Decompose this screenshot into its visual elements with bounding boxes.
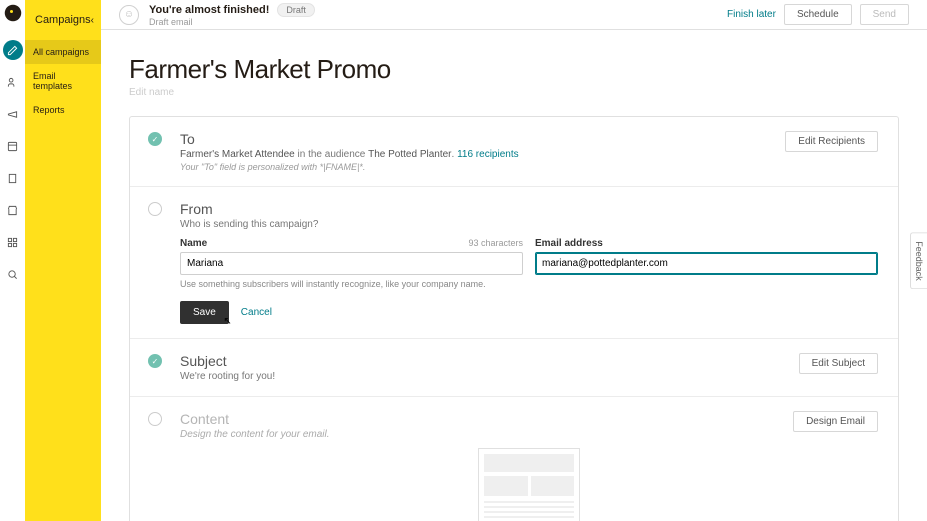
side-panel: Campaigns ‹ All campaigns Email template… bbox=[25, 0, 101, 521]
finish-later-link[interactable]: Finish later bbox=[727, 9, 776, 20]
check-icon bbox=[148, 354, 162, 368]
main-area: ☺ You're almost finished! Draft Draft em… bbox=[101, 0, 927, 521]
builder-card: To Farmer's Market Attendee in the audie… bbox=[129, 116, 899, 521]
topbar-subtitle: Draft email bbox=[149, 17, 315, 27]
sidebar-item-all-campaigns[interactable]: All campaigns bbox=[25, 40, 101, 64]
pencil-icon[interactable] bbox=[3, 40, 23, 60]
recipients-link[interactable]: 116 recipients bbox=[457, 149, 519, 160]
design-email-button[interactable]: Design Email bbox=[793, 411, 878, 432]
edit-recipients-button[interactable]: Edit Recipients bbox=[785, 131, 878, 152]
subject-row: Subject We're rooting for you! Edit Subj… bbox=[130, 339, 898, 397]
from-row: From Who is sending this campaign? Name … bbox=[130, 187, 898, 339]
name-label: Name bbox=[180, 238, 207, 249]
circle-icon bbox=[148, 202, 162, 216]
schedule-button[interactable]: Schedule bbox=[784, 4, 852, 25]
topbar: ☺ You're almost finished! Draft Draft em… bbox=[101, 0, 927, 30]
status-badge: Draft bbox=[277, 3, 315, 17]
sidebar-item-email-templates[interactable]: Email templates bbox=[25, 64, 101, 98]
mailchimp-logo bbox=[4, 4, 22, 22]
grid-icon[interactable] bbox=[3, 232, 23, 252]
to-subtitle: Farmer's Market Attendee in the audience… bbox=[180, 149, 519, 160]
check-icon bbox=[148, 132, 162, 146]
name-hint: Use something subscribers will instantly… bbox=[180, 279, 523, 289]
edit-name-link[interactable]: Edit name bbox=[129, 87, 899, 98]
content-title: Content bbox=[180, 411, 330, 427]
cursor-icon: ↖ bbox=[223, 316, 231, 327]
from-subtitle: Who is sending this campaign? bbox=[180, 219, 878, 230]
email-input[interactable] bbox=[535, 252, 878, 275]
icon-rail bbox=[0, 0, 25, 521]
feedback-tab[interactable]: Feedback bbox=[910, 232, 927, 290]
collapse-icon[interactable]: ‹ bbox=[91, 15, 94, 26]
to-title: To bbox=[180, 131, 519, 147]
to-row: To Farmer's Market Attendee in the audie… bbox=[130, 117, 898, 187]
side-panel-title: Campaigns bbox=[35, 14, 91, 26]
campaign-title: Farmer's Market Promo bbox=[129, 54, 899, 85]
name-input[interactable] bbox=[180, 252, 523, 275]
content-area: Farmer's Market Promo Edit name To Farme… bbox=[101, 30, 927, 521]
store-icon[interactable] bbox=[3, 200, 23, 220]
email-preview-thumb[interactable] bbox=[478, 448, 580, 521]
edit-subject-button[interactable]: Edit Subject bbox=[799, 353, 878, 374]
megaphone-icon[interactable] bbox=[3, 104, 23, 124]
file-icon[interactable] bbox=[3, 168, 23, 188]
char-count: 93 characters bbox=[468, 238, 523, 248]
avatar-icon: ☺ bbox=[119, 5, 139, 25]
circle-icon bbox=[148, 412, 162, 426]
cancel-link[interactable]: Cancel bbox=[241, 307, 272, 318]
content-row: Content Design the content for your emai… bbox=[130, 397, 898, 521]
content-subtitle: Design the content for your email. bbox=[180, 429, 330, 440]
layout-icon[interactable] bbox=[3, 136, 23, 156]
send-button[interactable]: Send bbox=[860, 4, 909, 25]
save-button[interactable]: Save↖ bbox=[180, 301, 229, 324]
subject-subtitle: We're rooting for you! bbox=[180, 371, 275, 382]
search-icon[interactable] bbox=[3, 264, 23, 284]
email-label: Email address bbox=[535, 238, 878, 249]
subject-title: Subject bbox=[180, 353, 275, 369]
sidebar-item-reports[interactable]: Reports bbox=[25, 98, 101, 122]
users-icon[interactable] bbox=[3, 72, 23, 92]
to-hint: Your "To" field is personalized with *|F… bbox=[180, 162, 519, 172]
from-title: From bbox=[180, 201, 878, 217]
topbar-title: You're almost finished! bbox=[149, 4, 269, 16]
